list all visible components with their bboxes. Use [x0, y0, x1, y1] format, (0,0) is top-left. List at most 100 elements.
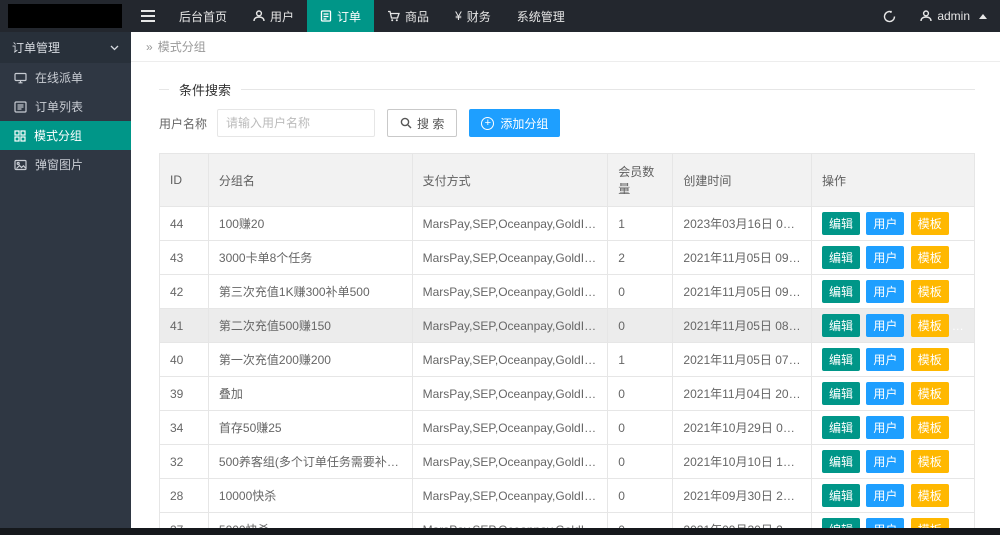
cell-pay-method: MarsPay,SEP,Oceanpay,GoldInd,QeInd [412, 377, 608, 411]
groups-table: ID 分组名 支付方式 会员数量 创建时间 操作 44 100赚20 MarsP… [159, 153, 975, 535]
template-button[interactable]: 模板 [911, 450, 949, 473]
cell-id: 40 [160, 343, 209, 377]
template-button[interactable]: 模板 [911, 246, 949, 269]
breadcrumb-arrow: » [146, 40, 153, 54]
nav-item-finance[interactable]: ¥ 财务 [442, 0, 504, 32]
table-header-row: ID 分组名 支付方式 会员数量 创建时间 操作 [160, 154, 975, 207]
user-button[interactable]: 用户 [866, 416, 904, 439]
template-button[interactable]: 模板 [911, 314, 949, 337]
refresh-button[interactable] [872, 0, 907, 32]
username-label: 用户名称 [159, 115, 207, 132]
cell-pay-method: MarsPay,SEP,Oceanpay,GoldInd,QeInd [412, 309, 608, 343]
sidebar-toggle-button[interactable] [130, 0, 166, 32]
user-button[interactable]: 用户 [866, 484, 904, 507]
add-group-label: 添加分组 [500, 115, 548, 132]
header-id: ID [160, 154, 209, 207]
popup-image-icon [14, 159, 27, 171]
nav-item-label: 用户 [270, 8, 294, 25]
nav-item-users[interactable]: 用户 [240, 0, 307, 32]
edit-button[interactable]: 编辑 [822, 484, 860, 507]
sidebar-item-label: 模式分组 [34, 127, 82, 144]
sidebar-item-popup-image[interactable]: 弹窗图片 [0, 150, 131, 179]
cell-member-count: 2 [608, 241, 673, 275]
user-button[interactable]: 用户 [866, 382, 904, 405]
nav-item-orders[interactable]: 订单 [307, 0, 374, 32]
cell-id: 39 [160, 377, 209, 411]
sidebar: 订单管理 在线派单 订单列表 模式分组 弹窗图片 [0, 32, 131, 528]
cell-pay-method: MarsPay,SEP,Oceanpay,GoldInd,QeInd [412, 445, 608, 479]
edit-button[interactable]: 编辑 [822, 450, 860, 473]
edit-button[interactable]: 编辑 [822, 382, 860, 405]
user-button[interactable]: 用户 [866, 314, 904, 337]
cell-pay-method: MarsPay,SEP,Oceanpay,GoldInd,QeInd [412, 343, 608, 377]
edit-button[interactable]: 编辑 [822, 348, 860, 371]
cell-id: 34 [160, 411, 209, 445]
sidebar-item-order-list[interactable]: 订单列表 [0, 92, 131, 121]
cell-created-time: 2021年11月05日 08:49:54 [673, 309, 812, 343]
header-pay-method: 支付方式 [412, 154, 608, 207]
edit-button[interactable]: 编辑 [822, 246, 860, 269]
edit-button[interactable]: 编辑 [822, 416, 860, 439]
search-button-label: 搜 索 [417, 115, 444, 132]
template-button[interactable]: 模板 [911, 212, 949, 235]
cell-id: 41 [160, 309, 209, 343]
cart-icon [387, 10, 400, 22]
sidebar-item-mode-group[interactable]: 模式分组 [0, 121, 131, 150]
edit-button[interactable]: 编辑 [822, 280, 860, 303]
search-fieldset: 条件搜索 用户名称 搜 索 + 添加分组 [159, 80, 975, 153]
cell-created-time: 2021年11月05日 09:45:49 [673, 241, 812, 275]
username-input[interactable] [217, 109, 375, 137]
sidebar-group-order-management[interactable]: 订单管理 [0, 32, 131, 63]
cell-group-name: 第二次充值500赚150 [208, 309, 412, 343]
cell-group-name: 500养客组(多个订单任务需要补200) [208, 445, 412, 479]
template-button[interactable]: 模板 [911, 348, 949, 371]
user-button[interactable]: 用户 [866, 246, 904, 269]
cell-created-time: 2021年09月30日 21:06:27 [673, 479, 812, 513]
sidebar-item-online-dispatch[interactable]: 在线派单 [0, 63, 131, 92]
cell-group-name: 3000卡单8个任务 [208, 241, 412, 275]
template-button[interactable]: 模板 [911, 416, 949, 439]
add-group-button[interactable]: + 添加分组 [469, 109, 560, 137]
table-row: 39 叠加 MarsPay,SEP,Oceanpay,GoldInd,QeInd… [160, 377, 975, 411]
cell-member-count: 0 [608, 411, 673, 445]
cell-member-count: 0 [608, 479, 673, 513]
cell-pay-method: MarsPay,SEP,Oceanpay,GoldInd,QeInd [412, 275, 608, 309]
person-icon [253, 10, 265, 22]
cell-pay-method: MarsPay,SEP,Oceanpay,GoldInd,QeInd [412, 241, 608, 275]
search-button[interactable]: 搜 索 [387, 109, 457, 137]
topnav: 后台首页 用户 订单 商品 ¥ 财务 系统管理 [130, 0, 872, 32]
user-button[interactable]: 用户 [866, 212, 904, 235]
table-row: 28 10000快杀 MarsPay,SEP,Oceanpay,GoldInd,… [160, 479, 975, 513]
header-group-name: 分组名 [208, 154, 412, 207]
cell-created-time: 2021年11月05日 07:48:50 [673, 343, 812, 377]
cell-actions: 编辑 用户 模板 删除 [811, 241, 974, 275]
nav-item-label: 系统管理 [517, 8, 565, 25]
breadcrumb: » 模式分组 [131, 32, 1000, 62]
main-content: » 模式分组 条件搜索 用户名称 搜 索 + 添加分 [131, 32, 1000, 528]
cell-member-count: 0 [608, 275, 673, 309]
nav-item-home[interactable]: 后台首页 [166, 0, 240, 32]
refresh-icon [883, 10, 896, 23]
cell-group-name: 第一次充值200赚200 [208, 343, 412, 377]
cell-pay-method: MarsPay,SEP,Oceanpay,GoldInd,QeInd [412, 411, 608, 445]
cell-group-name: 10000快杀 [208, 479, 412, 513]
template-button[interactable]: 模板 [911, 484, 949, 507]
user-button[interactable]: 用户 [866, 280, 904, 303]
edit-button[interactable]: 编辑 [822, 314, 860, 337]
bottom-strip [0, 528, 1000, 535]
cell-member-count: 1 [608, 343, 673, 377]
nav-item-system[interactable]: 系统管理 [504, 0, 578, 32]
cell-actions: 编辑 用户 模板 删除 [811, 207, 974, 241]
breadcrumb-label: 模式分组 [158, 38, 206, 55]
admin-label: admin [937, 9, 970, 23]
template-button[interactable]: 模板 [911, 280, 949, 303]
nav-item-products[interactable]: 商品 [374, 0, 442, 32]
user-button[interactable]: 用户 [866, 450, 904, 473]
header-actions: 操作 [811, 154, 974, 207]
cell-pay-method: MarsPay,SEP,Oceanpay,GoldInd,QeInd [412, 207, 608, 241]
edit-button[interactable]: 编辑 [822, 212, 860, 235]
template-button[interactable]: 模板 [911, 382, 949, 405]
user-button[interactable]: 用户 [866, 348, 904, 371]
cell-id: 43 [160, 241, 209, 275]
admin-menu[interactable]: admin [907, 0, 1000, 32]
